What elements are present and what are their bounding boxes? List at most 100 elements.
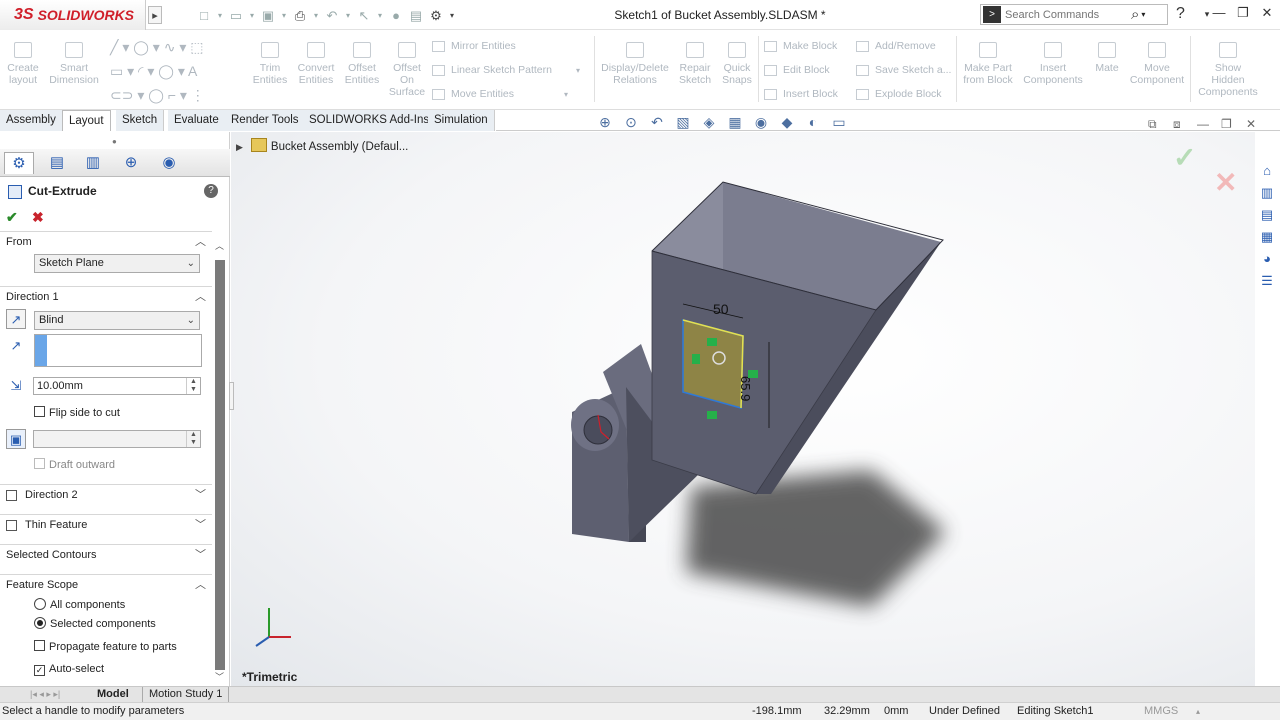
- repair-sketch-button[interactable]: Repair Sketch: [676, 36, 714, 86]
- dimension-height[interactable]: 65.9: [738, 376, 753, 401]
- undo-icon[interactable]: ↶: [324, 7, 340, 23]
- explode-block-button[interactable]: Explode Block: [856, 88, 942, 100]
- from-dropdown[interactable]: Sketch Plane ⌄: [34, 254, 200, 273]
- tab-simulation[interactable]: Simulation: [428, 110, 495, 131]
- search-icon[interactable]: ⌕: [1131, 6, 1139, 23]
- restore-button[interactable]: ❐: [1232, 5, 1254, 21]
- custom-properties-icon[interactable]: ☰: [1257, 271, 1277, 291]
- save-icon[interactable]: ▣: [260, 7, 276, 23]
- tile-vertical-icon[interactable]: ⧈: [1173, 117, 1181, 132]
- view-palette-icon[interactable]: ▦: [1257, 227, 1277, 247]
- select-icon[interactable]: ↖: [356, 7, 372, 23]
- options-gear-icon[interactable]: ⚙: [428, 7, 444, 23]
- apply-scene-icon[interactable]: ◐: [803, 114, 823, 131]
- search-input[interactable]: [1005, 8, 1125, 21]
- zoom-to-fit-icon[interactable]: ⊕: [595, 114, 615, 131]
- tab-scroll-arrows-icon[interactable]: |◂ ◂ ▸ ▸|: [24, 687, 66, 703]
- rectangle-tool-icon[interactable]: ▭ ▾ ◜ ▾ ◯ ▾ A: [110, 63, 197, 80]
- dimension-width[interactable]: 50: [713, 301, 729, 317]
- hide-show-icon[interactable]: ◉: [751, 114, 771, 131]
- make-part-from-block-button[interactable]: Make Part from Block: [960, 36, 1016, 86]
- reverse-direction-icon[interactable]: ↗: [6, 309, 26, 329]
- open-icon[interactable]: ▭: [228, 7, 244, 23]
- thin-feature-section-header[interactable]: Thin Feature ﹀: [0, 514, 212, 534]
- help-button[interactable]: ?: [204, 184, 218, 198]
- print-icon[interactable]: ⎙: [292, 7, 308, 23]
- panel-splitter-handle[interactable]: [229, 382, 234, 410]
- doc-restore-icon[interactable]: ❐: [1221, 117, 1232, 131]
- confirm-ok-icon[interactable]: ✓: [1173, 141, 1196, 174]
- convert-entities-button[interactable]: Convert Entities: [294, 36, 338, 86]
- doc-close-icon[interactable]: ✕: [1246, 117, 1256, 131]
- tab-evaluate[interactable]: Evaluate: [168, 110, 226, 131]
- edit-appearance-icon[interactable]: ◆: [777, 114, 797, 131]
- direction-selection-box[interactable]: [34, 334, 202, 367]
- mate-button[interactable]: Mate: [1090, 36, 1124, 74]
- tab-layout[interactable]: Layout: [62, 110, 111, 131]
- feature-scope-section-header[interactable]: Feature Scope ︿: [0, 574, 212, 594]
- tab-render-tools[interactable]: Render Tools: [225, 110, 306, 131]
- create-layout-button[interactable]: Create layout: [4, 36, 42, 86]
- help-icon[interactable]: ?: [1176, 5, 1185, 23]
- dropdown-arrow-icon[interactable]: ▾: [248, 7, 256, 23]
- new-document-icon[interactable]: □: [196, 7, 212, 23]
- depth-input[interactable]: 10.00mm ▲ ▼: [33, 377, 201, 395]
- quick-snaps-button[interactable]: Quick Snaps: [718, 36, 756, 86]
- configuration-manager-tab-icon[interactable]: ▥: [78, 152, 108, 174]
- checkbox-box[interactable]: [34, 406, 45, 417]
- line-tool-icon[interactable]: ╱ ▾ ◯ ▾ ∿ ▾ ⬚: [110, 39, 203, 56]
- direction2-checkbox[interactable]: [6, 489, 17, 501]
- make-block-button[interactable]: Make Block: [764, 40, 837, 52]
- sketch-handle-right[interactable]: [748, 370, 758, 378]
- insert-block-button[interactable]: Insert Block: [764, 88, 838, 100]
- dimxpert-tab-icon[interactable]: ⊕: [116, 152, 146, 174]
- expand-chevron-icon[interactable]: ﹀: [195, 515, 206, 535]
- section-view-icon[interactable]: ▧: [673, 114, 693, 131]
- selected-components-radio[interactable]: Selected components: [34, 617, 156, 630]
- from-section-header[interactable]: From ︿: [0, 231, 212, 251]
- property-manager-tab-icon[interactable]: ▤: [42, 152, 72, 174]
- solidworks-logo[interactable]: 3S SOLIDWORKS: [0, 0, 146, 30]
- slot-tool-icon[interactable]: ⊂⊃ ▾ ◯ ⌐ ▾ ⋮: [110, 87, 205, 104]
- zoom-to-area-icon[interactable]: ⊙: [621, 114, 641, 131]
- sketch-handle-left[interactable]: [692, 354, 700, 364]
- expand-caret-icon[interactable]: ▶: [236, 142, 243, 153]
- confirm-cancel-icon[interactable]: ✕: [1214, 166, 1237, 199]
- search-commands[interactable]: > ⌕ ▾: [980, 4, 1168, 25]
- tab-model[interactable]: Model: [91, 687, 135, 703]
- appearances-icon[interactable]: ◕: [1257, 249, 1277, 269]
- unit-system[interactable]: MMGS: [1144, 703, 1178, 720]
- dropdown-arrow-icon[interactable]: ▾: [312, 7, 320, 23]
- thin-feature-checkbox[interactable]: [6, 519, 17, 531]
- linear-sketch-pattern-button[interactable]: Linear Sketch Pattern ▾: [432, 64, 580, 76]
- move-entities-button[interactable]: Move Entities ▾: [432, 88, 568, 100]
- tab-motion-study-1[interactable]: Motion Study 1: [142, 687, 230, 703]
- mirror-entities-button[interactable]: Mirror Entities: [432, 40, 516, 52]
- checkbox-box[interactable]: [34, 640, 45, 651]
- tab-sketch[interactable]: Sketch: [116, 110, 165, 131]
- menu-expand-arrow-icon[interactable]: ▸: [148, 6, 162, 24]
- minimize-button[interactable]: —: [1208, 5, 1230, 20]
- offset-on-surface-button[interactable]: Offset On Surface: [386, 36, 428, 98]
- dropdown-arrow-icon[interactable]: ▾: [564, 90, 568, 99]
- save-sketch-button[interactable]: Save Sketch a...: [856, 64, 951, 76]
- spin-arrows-icon[interactable]: ▲ ▼: [186, 378, 200, 394]
- insert-components-button[interactable]: Insert Components: [1020, 36, 1086, 86]
- feature-manager-tab-icon[interactable]: ⚙: [4, 152, 34, 174]
- radio-button-selected[interactable]: [34, 617, 46, 629]
- doc-minimize-icon[interactable]: —: [1197, 117, 1209, 131]
- panel-scrollbar[interactable]: ︿ ﹀: [213, 237, 227, 683]
- cancel-button[interactable]: ✖: [32, 209, 44, 226]
- dropdown-arrow-icon[interactable]: ▾: [344, 7, 352, 23]
- draft-outward-checkbox[interactable]: Draft outward: [34, 458, 115, 471]
- auto-select-checkbox[interactable]: ✓ Auto-select: [34, 663, 104, 676]
- feature-tree-flyout[interactable]: ▶ Bucket Assembly (Defaul...: [236, 138, 408, 153]
- sketch-handle-bottom[interactable]: [707, 411, 717, 419]
- move-component-button[interactable]: Move Component: [1128, 36, 1186, 86]
- dropdown-arrow-icon[interactable]: ▾: [448, 7, 456, 23]
- checkmark-icon[interactable]: ✓: [34, 665, 45, 676]
- all-components-radio[interactable]: All components: [34, 598, 125, 611]
- end-condition-dropdown[interactable]: Blind ⌄: [34, 311, 200, 330]
- dropdown-arrow-icon[interactable]: ▾: [216, 7, 224, 23]
- search-dropdown-icon[interactable]: ▾: [1141, 10, 1145, 19]
